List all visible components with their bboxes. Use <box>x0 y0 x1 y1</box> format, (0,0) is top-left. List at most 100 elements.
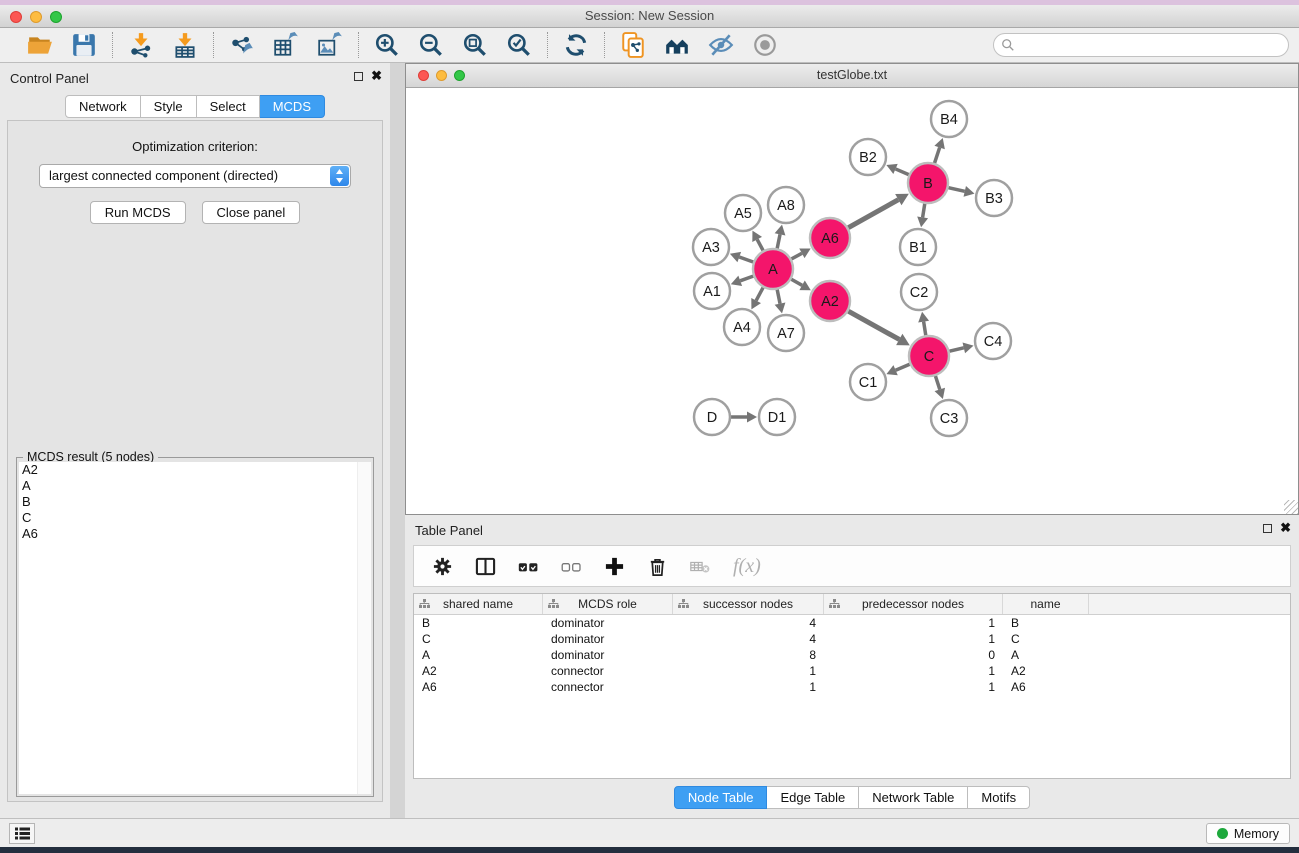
minimize-view-button[interactable] <box>436 70 447 81</box>
zoom-in-icon[interactable] <box>373 31 401 59</box>
tab-network[interactable]: Network <box>65 95 141 118</box>
table-cell[interactable]: dominator <box>543 647 673 663</box>
zoom-selected-icon[interactable] <box>505 31 533 59</box>
edge-A-A4[interactable] <box>756 288 763 301</box>
memory-button[interactable]: Memory <box>1206 823 1290 844</box>
table-cell[interactable]: C <box>414 631 543 647</box>
column-settings-gear-icon[interactable] <box>432 556 453 577</box>
edge-A-A8[interactable] <box>777 234 780 248</box>
table-cell[interactable]: 1 <box>824 631 1003 647</box>
result-item[interactable]: A6 <box>19 526 357 542</box>
minimize-window-button[interactable] <box>30 11 42 23</box>
result-item[interactable]: C <box>19 510 357 526</box>
tab-style[interactable]: Style <box>141 95 197 118</box>
edge-C-C4[interactable] <box>949 348 963 351</box>
node-table[interactable]: shared nameMCDS rolesuccessor nodesprede… <box>413 593 1291 779</box>
float-panel-icon[interactable] <box>354 72 363 81</box>
table-cell[interactable]: A6 <box>1003 679 1089 695</box>
deselect-all-checkboxes-icon[interactable] <box>561 556 582 577</box>
edge-B-B2[interactable] <box>896 169 909 175</box>
table-cell[interactable]: 1 <box>824 663 1003 679</box>
zoom-out-icon[interactable] <box>417 31 445 59</box>
import-network-icon[interactable] <box>127 31 155 59</box>
tab-mcds[interactable]: MCDS <box>260 95 325 118</box>
tab-motifs[interactable]: Motifs <box>968 786 1030 809</box>
float-table-panel-icon[interactable] <box>1263 524 1272 533</box>
first-neighbors-icon[interactable] <box>663 31 691 59</box>
table-row[interactable]: A2connector11A2 <box>414 663 1290 679</box>
edge-C-C1[interactable] <box>896 364 910 370</box>
edge-A-A7[interactable] <box>777 290 780 304</box>
column-header-predecessor-nodes[interactable]: predecessor nodes <box>824 594 1003 614</box>
table-cell[interactable]: connector <box>543 663 673 679</box>
tab-network-table[interactable]: Network Table <box>859 786 968 809</box>
result-item[interactable]: A2 <box>19 462 357 478</box>
close-panel-button[interactable]: Close panel <box>202 201 301 224</box>
search-input[interactable] <box>1015 36 1288 54</box>
edge-B-B3[interactable] <box>948 188 964 192</box>
table-cell[interactable]: 0 <box>824 647 1003 663</box>
table-cell[interactable]: A2 <box>1003 663 1089 679</box>
open-session-icon[interactable] <box>26 31 54 59</box>
delete-table-icon[interactable] <box>690 556 711 577</box>
network-from-clipboard-icon[interactable] <box>619 31 647 59</box>
column-header-shared-name[interactable]: shared name <box>414 594 543 614</box>
edge-A2-C[interactable] <box>848 311 899 339</box>
table-cell[interactable]: connector <box>543 679 673 695</box>
result-item[interactable]: B <box>19 494 357 510</box>
zoom-window-button[interactable] <box>50 11 62 23</box>
table-cell[interactable]: 1 <box>673 663 824 679</box>
select-all-checkboxes-icon[interactable] <box>518 556 539 577</box>
table-cell[interactable]: 1 <box>824 679 1003 695</box>
edge-C-C3[interactable] <box>935 376 939 389</box>
table-cell[interactable]: 1 <box>824 615 1003 631</box>
close-panel-icon[interactable]: ✖ <box>371 71 382 81</box>
table-row[interactable]: Cdominator41C <box>414 631 1290 647</box>
export-network-icon[interactable] <box>228 31 256 59</box>
zoom-fit-icon[interactable] <box>461 31 489 59</box>
close-table-panel-icon[interactable]: ✖ <box>1280 523 1291 533</box>
table-cell[interactable]: C <box>1003 631 1089 647</box>
panel-columns-icon[interactable] <box>475 556 496 577</box>
edge-A-A5[interactable] <box>757 239 763 250</box>
export-table-icon[interactable] <box>272 31 300 59</box>
column-header-name[interactable]: name <box>1003 594 1089 614</box>
hide-selected-icon[interactable] <box>707 31 735 59</box>
network-window-titlebar[interactable]: testGlobe.txt <box>406 64 1298 88</box>
network-canvas[interactable]: B4B2BB3A8A5A6B1A3AA1C2A2A4A7C4CC1C3DD1 <box>406 88 1298 514</box>
edge-A-A2[interactable] <box>791 279 802 285</box>
table-cell[interactable]: B <box>1003 615 1089 631</box>
edge-A-A3[interactable] <box>739 257 753 262</box>
table-cell[interactable]: 4 <box>673 615 824 631</box>
delete-columns-trash-icon[interactable] <box>647 556 668 577</box>
table-cell[interactable]: 1 <box>673 679 824 695</box>
tab-select[interactable]: Select <box>197 95 260 118</box>
table-cell[interactable]: 4 <box>673 631 824 647</box>
function-builder-fx-icon[interactable]: f(x) <box>733 555 761 578</box>
save-session-icon[interactable] <box>70 31 98 59</box>
window-resize-grip[interactable] <box>1284 500 1298 514</box>
task-history-button[interactable] <box>9 823 35 844</box>
export-image-icon[interactable] <box>316 31 344 59</box>
tab-edge-table[interactable]: Edge Table <box>767 786 859 809</box>
import-table-icon[interactable] <box>171 31 199 59</box>
result-scrollbar[interactable] <box>357 462 371 794</box>
zoom-view-button[interactable] <box>454 70 465 81</box>
table-cell[interactable]: dominator <box>543 631 673 647</box>
table-row[interactable]: A6connector11A6 <box>414 679 1290 695</box>
column-header-MCDS-role[interactable]: MCDS role <box>543 594 673 614</box>
table-cell[interactable]: B <box>414 615 543 631</box>
table-row[interactable]: Bdominator41B <box>414 615 1290 631</box>
edge-C-C2[interactable] <box>924 322 926 336</box>
edge-B-B4[interactable] <box>935 148 940 164</box>
table-cell[interactable]: A2 <box>414 663 543 679</box>
table-row[interactable]: Adominator80A <box>414 647 1290 663</box>
criterion-dropdown[interactable]: largest connected component (directed) <box>39 164 351 188</box>
mcds-result-list[interactable]: A2ABCA6 <box>19 462 357 794</box>
run-mcds-button[interactable]: Run MCDS <box>90 201 186 224</box>
show-all-icon[interactable] <box>751 31 779 59</box>
edge-A-A6[interactable] <box>791 253 801 259</box>
table-cell[interactable]: A <box>414 647 543 663</box>
close-window-button[interactable] <box>10 11 22 23</box>
add-column-icon[interactable] <box>604 556 625 577</box>
